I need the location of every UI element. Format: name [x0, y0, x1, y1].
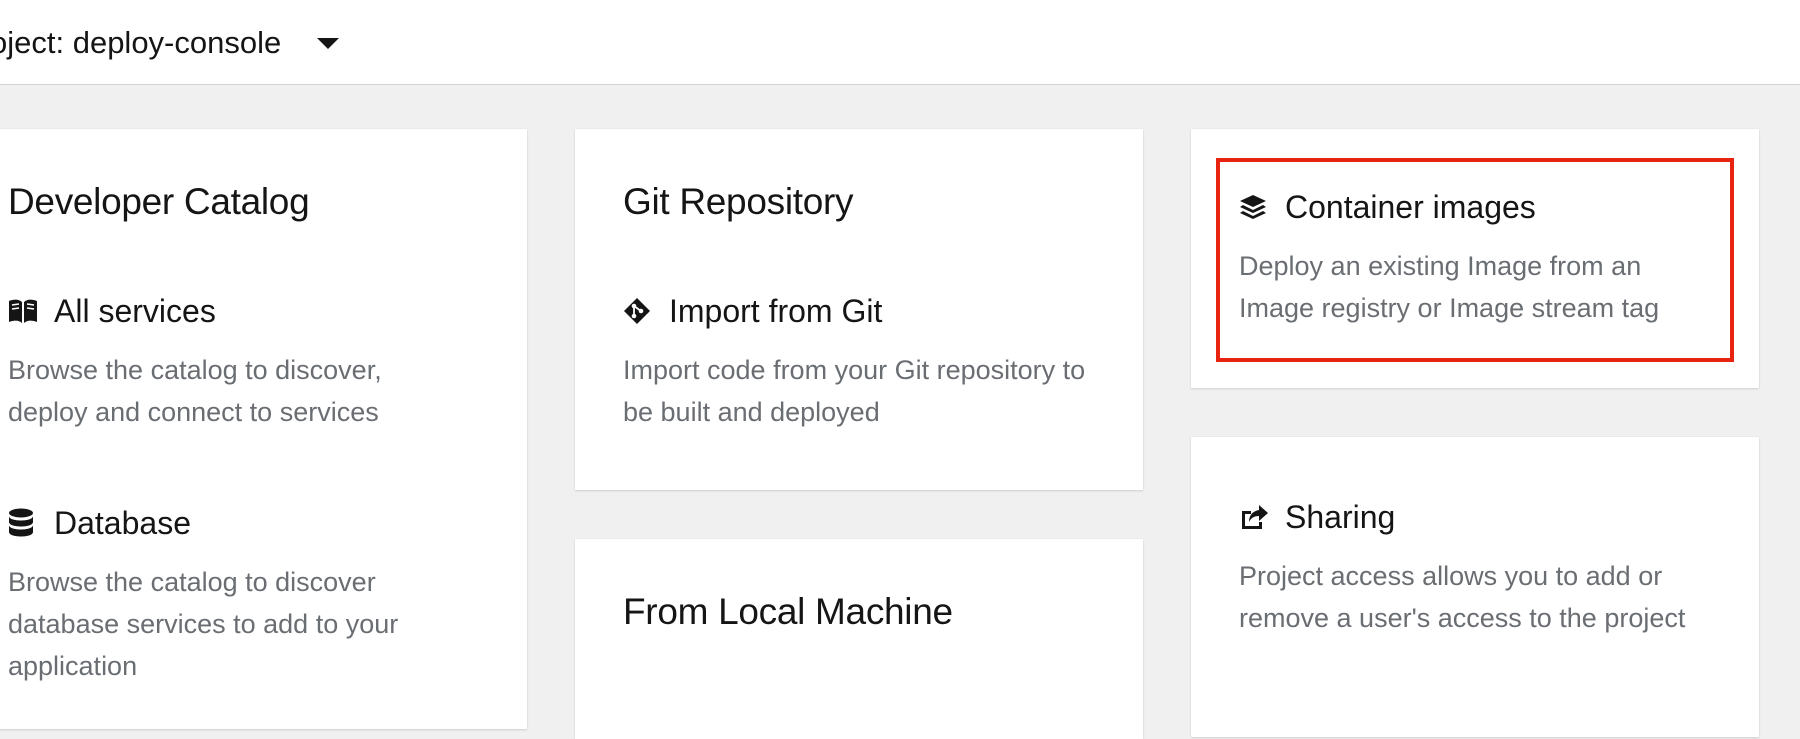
caret-down-icon [317, 37, 340, 49]
local-machine-card: From Local Machine [575, 539, 1143, 739]
all-services-description: Browse the catalog to discover, deploy a… [8, 355, 382, 427]
project-selector-label: oject: deploy-console [0, 25, 282, 60]
database-label: Database [54, 504, 191, 541]
developer-catalog-title: Developer Catalog [8, 181, 310, 222]
import-from-git-description: Import code from your Git repository to … [623, 355, 1086, 427]
project-selector[interactable]: oject: deploy-console [0, 18, 340, 68]
book-icon [8, 295, 40, 327]
import-from-git-item[interactable]: Import from Git Import code from your Gi… [623, 291, 1103, 433]
sharing-label: Sharing [1285, 498, 1396, 535]
import-from-git-label: Import from Git [669, 292, 883, 329]
sharing-description: Project access allows you to add or remo… [1239, 561, 1686, 633]
share-icon [1239, 501, 1271, 533]
git-repository-title: Git Repository [623, 181, 854, 222]
all-services-item[interactable]: All services Browse the catalog to disco… [8, 291, 448, 433]
container-images-item[interactable]: Container images Deploy an existing Imag… [1239, 187, 1709, 329]
sharing-item[interactable]: Sharing Project access allows you to add… [1239, 497, 1699, 639]
developer-catalog-card: Developer Catalog All services Browse th… [0, 129, 527, 729]
git-repository-card: Git Repository Import from Git Import co… [575, 129, 1143, 490]
all-services-label: All services [54, 292, 216, 329]
database-item[interactable]: Database Browse the catalog to discover … [8, 503, 448, 687]
layer-group-icon [1239, 191, 1271, 223]
local-machine-title: From Local Machine [623, 591, 953, 632]
database-icon [8, 507, 40, 539]
sharing-card: Sharing Project access allows you to add… [1191, 437, 1759, 737]
container-images-label: Container images [1285, 188, 1536, 225]
container-images-description: Deploy an existing Image from an Image r… [1239, 251, 1660, 323]
git-icon [623, 295, 655, 327]
container-images-card: Container images Deploy an existing Imag… [1191, 129, 1759, 388]
top-bar: oject: deploy-console [0, 0, 1800, 85]
database-description: Browse the catalog to discover database … [8, 567, 399, 681]
